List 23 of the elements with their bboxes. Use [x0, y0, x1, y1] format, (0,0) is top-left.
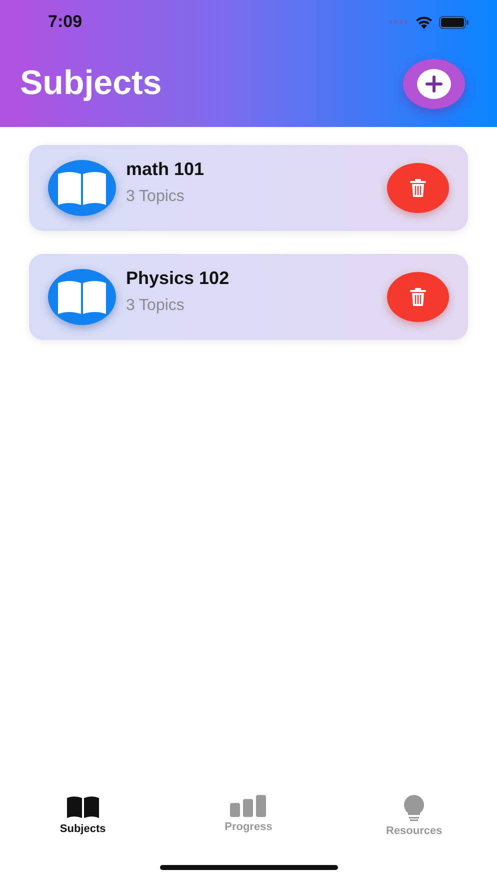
add-button[interactable]: [403, 58, 465, 108]
plus-icon: [417, 68, 451, 98]
page-title: Subjects: [20, 64, 162, 103]
status-time: 7:09: [48, 12, 82, 32]
subject-card[interactable]: math 101 3 Topics: [29, 145, 468, 231]
bar-chart-icon: [230, 795, 266, 817]
tab-bar-item[interactable]: Subjects: [28, 795, 138, 851]
lightbulb-icon: [403, 795, 426, 821]
topic-count: 3 Topics: [126, 296, 186, 314]
book-icon: [57, 170, 107, 206]
delete-button[interactable]: [387, 272, 449, 322]
delete-button[interactable]: [387, 163, 449, 213]
subject-card[interactable]: Physics 102 3 Topics: [29, 254, 468, 340]
trash-icon: [410, 179, 426, 197]
cellular-signal-icon: [389, 20, 409, 24]
topic-count: 3 Topics: [126, 188, 186, 206]
book-icon: [66, 795, 100, 819]
subject-name: Physics 102: [126, 268, 230, 288]
wifi-icon: [415, 15, 433, 29]
subject-name: math 101: [126, 158, 206, 180]
trash-icon: [410, 288, 426, 306]
battery-icon: [439, 16, 469, 28]
book-icon: [57, 279, 107, 315]
